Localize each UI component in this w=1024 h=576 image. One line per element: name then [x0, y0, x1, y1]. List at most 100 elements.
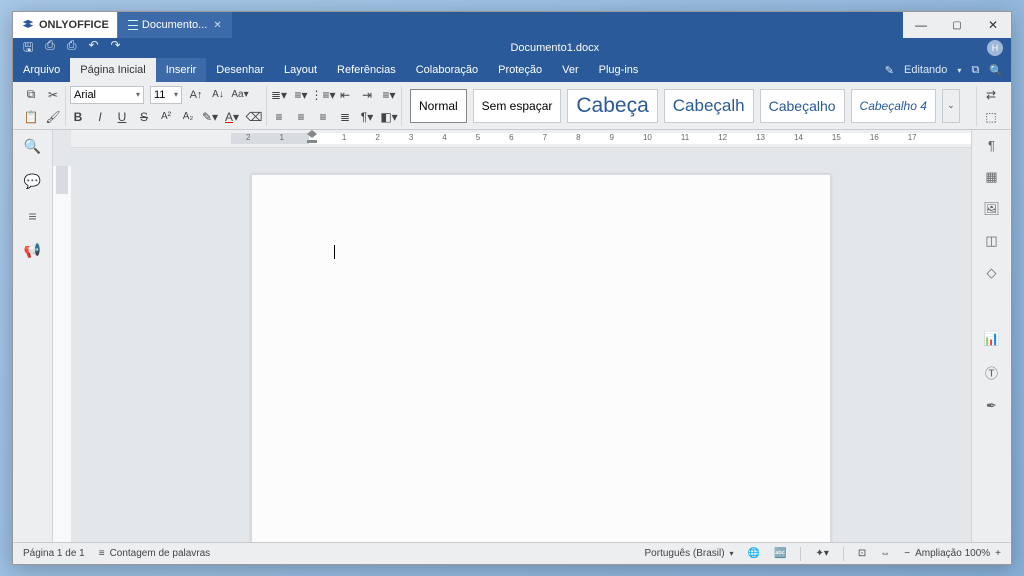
italic-icon[interactable]: I: [92, 109, 108, 125]
font-size-combo[interactable]: 11▾: [150, 86, 182, 104]
close-tab-icon[interactable]: ✕: [213, 20, 221, 31]
numbering-icon[interactable]: ≡▾: [293, 87, 309, 103]
language-selector[interactable]: Português (Brasil) ▾: [645, 548, 734, 559]
indent-dec-icon[interactable]: ⇤: [337, 87, 353, 103]
menu-icon: [128, 20, 138, 30]
user-avatar[interactable]: H: [987, 40, 1003, 56]
bullets-icon[interactable]: ≣▾: [271, 87, 287, 103]
minimize-button[interactable]: —: [903, 12, 939, 38]
style-heading4[interactable]: Cabeçalho 4: [851, 89, 936, 123]
quick-access-toolbar: 🖫 ⎙ ⎙ ↶ ↷: [13, 38, 131, 59]
table-settings-icon[interactable]: ▦: [985, 169, 997, 185]
spellcheck-icon[interactable]: 🌐: [748, 548, 760, 559]
align-left-icon[interactable]: ≡: [271, 109, 287, 125]
document-page[interactable]: [251, 174, 831, 542]
fit-width-icon[interactable]: ⇔: [880, 548, 890, 559]
edit-mode-icon: ✎: [885, 64, 894, 77]
replace-icon[interactable]: ⇄: [983, 87, 999, 103]
menu-inserir[interactable]: Inserir: [156, 58, 207, 82]
menu-protecao[interactable]: Proteção: [488, 58, 552, 82]
menu-plugins[interactable]: Plug-ins: [589, 58, 649, 82]
underline-icon[interactable]: U: [114, 109, 130, 125]
change-case-icon[interactable]: Aa▾: [232, 87, 248, 103]
right-sidebar: ¶ ▦ 🖼 ◫ ◇ 📊 Ⓣ ✒: [971, 130, 1011, 542]
align-right-icon[interactable]: ≡: [315, 109, 331, 125]
style-heading1[interactable]: Cabeça: [567, 89, 657, 123]
style-no-spacing[interactable]: Sem espaçar: [473, 89, 562, 123]
doclang-icon[interactable]: 🔤: [774, 548, 786, 559]
page-area[interactable]: [71, 166, 971, 542]
comments-icon[interactable]: 💬: [24, 173, 41, 190]
indent-inc-icon[interactable]: ⇥: [359, 87, 375, 103]
search-icon[interactable]: 🔍: [989, 64, 1003, 77]
subscript-icon[interactable]: A₂: [180, 109, 196, 125]
align-justify-icon[interactable]: ≣: [337, 109, 353, 125]
document-tab-label: Documento...: [142, 19, 207, 31]
clear-format-icon[interactable]: ⌫: [246, 109, 262, 125]
strike-icon[interactable]: S: [136, 109, 152, 125]
zoom-in-icon[interactable]: +: [995, 548, 1001, 559]
shrink-font-icon[interactable]: A↓: [210, 87, 226, 103]
redo-icon[interactable]: ↷: [111, 38, 121, 59]
paste-icon[interactable]: 📋: [23, 109, 39, 125]
style-heading2[interactable]: Cabeçalh: [664, 89, 754, 123]
textart-settings-icon[interactable]: Ⓣ: [985, 363, 998, 382]
align-center-icon[interactable]: ≡: [293, 109, 309, 125]
chevron-down-icon[interactable]: ▾: [957, 66, 961, 75]
close-button[interactable]: ✕: [975, 12, 1011, 38]
grow-font-icon[interactable]: A↑: [188, 87, 204, 103]
edit-mode-label[interactable]: Editando: [904, 64, 947, 76]
multilevel-icon[interactable]: ⋮≡▾: [315, 87, 331, 103]
image-settings-icon[interactable]: 🖼: [983, 201, 1000, 217]
menu-pagina-inicial[interactable]: Página Inicial: [70, 58, 155, 82]
menu-ver[interactable]: Ver: [552, 58, 589, 82]
brand-label: ONLYOFFICE: [39, 19, 109, 31]
format-painter-icon[interactable]: 🖌: [45, 109, 61, 125]
page-indicator[interactable]: Página 1 de 1: [23, 548, 85, 559]
menu-layout[interactable]: Layout: [274, 58, 327, 82]
shading-icon[interactable]: ◧▾: [381, 109, 397, 125]
word-count[interactable]: ≡ Contagem de palavras: [99, 548, 210, 559]
headings-icon[interactable]: ≡: [28, 208, 36, 224]
nonprinting-icon[interactable]: ¶▾: [359, 109, 375, 125]
copy-icon[interactable]: ⧉: [23, 87, 39, 103]
paragraph-settings-icon[interactable]: ¶: [988, 138, 995, 153]
indent-marker-icon[interactable]: [307, 130, 317, 144]
brand[interactable]: ONLYOFFICE: [13, 12, 117, 38]
select-icon[interactable]: ⬚: [983, 109, 999, 125]
bold-icon[interactable]: B: [70, 109, 86, 125]
feedback-icon[interactable]: 📢: [24, 242, 41, 259]
find-icon[interactable]: 🔍: [24, 138, 41, 155]
zoom-out-icon[interactable]: −: [904, 548, 910, 559]
zoom-label[interactable]: Ampliação 100%: [915, 548, 990, 559]
highlight-icon[interactable]: ✎▾: [202, 109, 218, 125]
fit-page-icon[interactable]: ⊡: [858, 548, 866, 559]
open-location-icon[interactable]: ⧉: [971, 64, 979, 77]
horizontal-ruler[interactable]: 211234567891011121314151617: [71, 130, 971, 148]
menu-arquivo[interactable]: Arquivo: [13, 58, 70, 82]
undo-icon[interactable]: ↶: [88, 38, 98, 59]
menu-desenhar[interactable]: Desenhar: [206, 58, 274, 82]
chart-settings-icon[interactable]: 📊: [983, 331, 999, 347]
superscript-icon[interactable]: A²: [158, 109, 174, 125]
onlyoffice-logo-icon: [21, 18, 35, 32]
style-heading3[interactable]: Cabeçalho: [760, 89, 845, 123]
line-spacing-icon[interactable]: ≡▾: [381, 87, 397, 103]
header-settings-icon[interactable]: ◫: [985, 233, 997, 249]
style-dropdown[interactable]: ⌄: [942, 89, 960, 123]
maximize-button[interactable]: ▢: [939, 12, 975, 38]
signature-settings-icon[interactable]: ✒: [986, 398, 997, 414]
style-normal[interactable]: Normal: [410, 89, 467, 123]
shape-settings-icon[interactable]: ◇: [987, 265, 997, 281]
vertical-ruler[interactable]: [53, 166, 71, 542]
menu-colaboracao[interactable]: Colaboração: [406, 58, 488, 82]
tracking-icon[interactable]: ✦▾: [815, 548, 828, 559]
font-name-combo[interactable]: Arial▾: [70, 86, 144, 104]
menu-referencias[interactable]: Referências: [327, 58, 406, 82]
quickprint-icon[interactable]: ⎙: [67, 38, 77, 59]
print-icon[interactable]: ⎙: [45, 38, 55, 59]
document-tab[interactable]: Documento... ✕: [117, 12, 232, 38]
cut-icon[interactable]: ✂: [45, 87, 61, 103]
font-color-icon[interactable]: A▾: [224, 109, 240, 125]
save-icon[interactable]: 🖫: [23, 38, 33, 59]
